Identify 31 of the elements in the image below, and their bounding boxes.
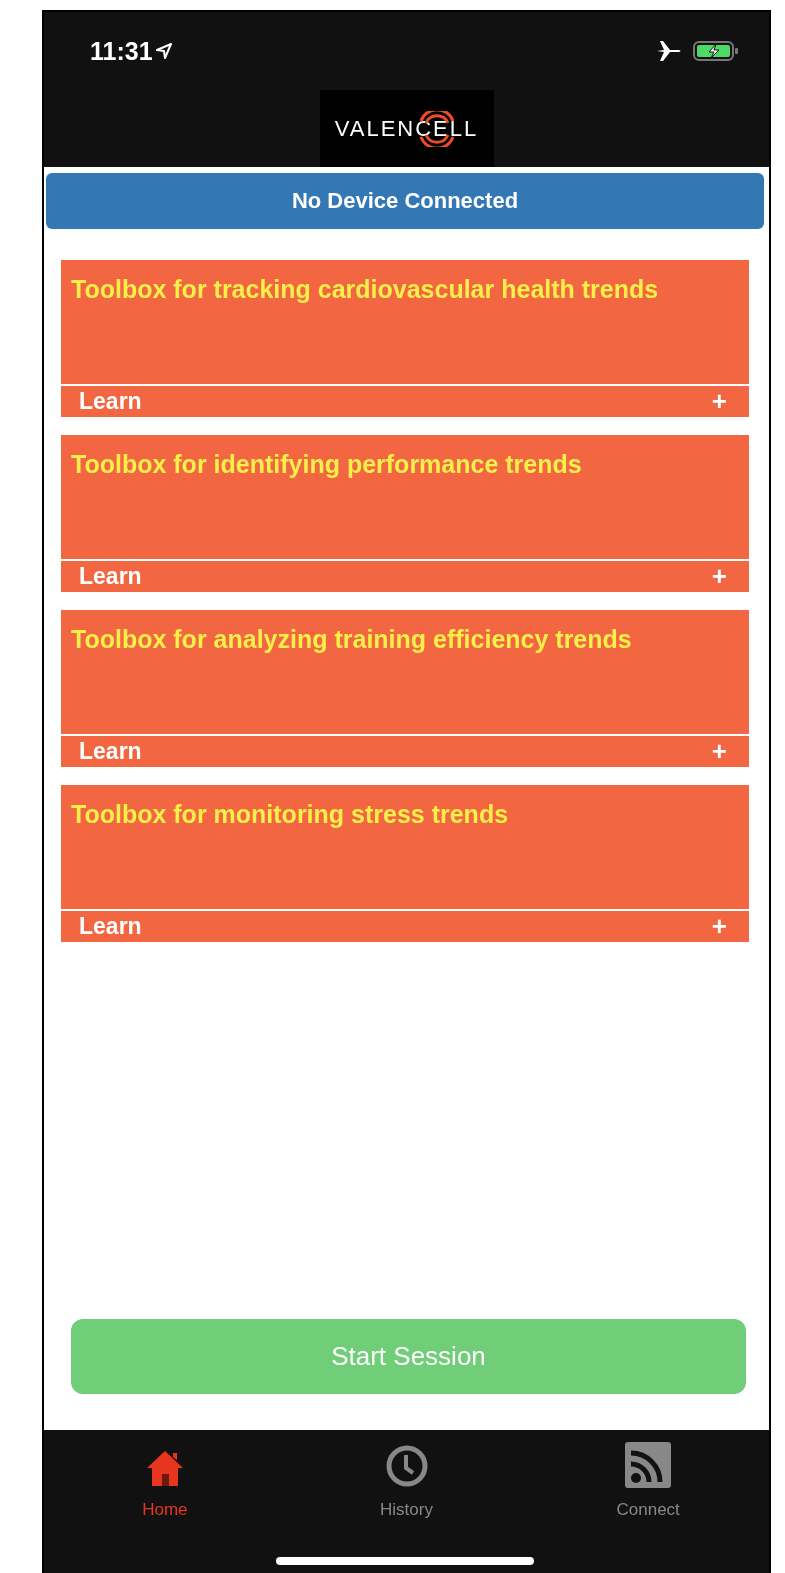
toolbox-title: Toolbox for monitoring stress trends	[71, 800, 509, 828]
expand-plus[interactable]: +	[711, 911, 727, 942]
learn-label: Learn	[79, 388, 142, 415]
learn-label: Learn	[79, 563, 142, 590]
rss-feed-icon	[625, 1442, 672, 1488]
clock-time: 11:31	[90, 36, 153, 66]
expand-plus[interactable]: +	[711, 386, 727, 417]
clock-icon	[384, 1444, 429, 1488]
battery-charging-icon	[693, 40, 739, 62]
tab-home[interactable]: Home	[44, 1438, 286, 1520]
learn-bar[interactable]: Learn +	[61, 561, 749, 592]
learn-bar[interactable]: Learn +	[61, 911, 749, 942]
location-arrow-icon	[155, 43, 172, 59]
toolbox-title: Toolbox for identifying performance trends	[71, 450, 582, 478]
tab-history[interactable]: History	[285, 1438, 528, 1520]
toolbox-title: Toolbox for analyzing training efficiency trends	[71, 625, 632, 653]
toolbox-card[interactable]: Toolbox for monitoring stress trends	[61, 785, 749, 909]
banner-text: No Device Connected	[291, 188, 519, 214]
learn-label: Learn	[79, 913, 142, 940]
learn-bar[interactable]: Learn +	[61, 736, 749, 767]
learn-label: Learn	[79, 738, 142, 765]
toolbox-card[interactable]: Toolbox for analyzing training efficiency trends	[61, 610, 749, 734]
learn-bar[interactable]: Learn +	[61, 386, 749, 417]
brand-logo: VALENCELL	[334, 110, 479, 147]
start-session-button[interactable]: Start Session	[71, 1319, 746, 1394]
expand-plus[interactable]: +	[711, 736, 727, 767]
toolbox-title: Toolbox for tracking cardiovascular health trends	[71, 275, 659, 303]
toolbox-card[interactable]: Toolbox for tracking cardiovascular health trends	[61, 260, 749, 384]
tab-connect[interactable]: Connect	[527, 1438, 769, 1520]
toolbox-card[interactable]: Toolbox for identifying performance trends	[61, 435, 749, 559]
expand-plus[interactable]: +	[711, 561, 727, 592]
